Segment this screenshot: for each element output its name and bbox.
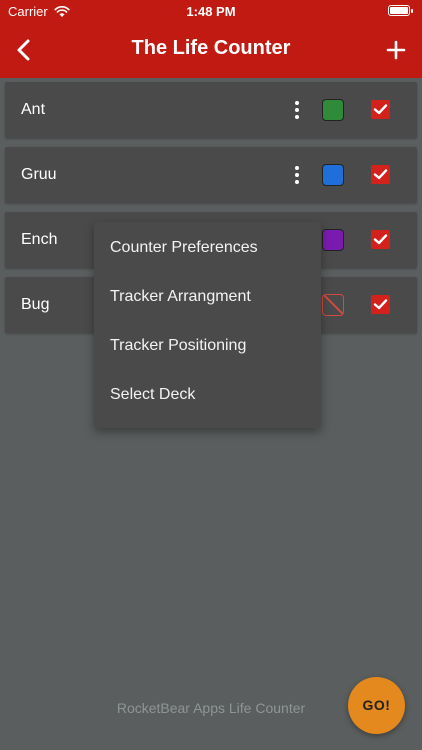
checkbox-checked-icon[interactable]: [371, 230, 390, 249]
menu-item-tracker-positioning[interactable]: Tracker Positioning: [110, 331, 246, 361]
list-item[interactable]: Ant: [5, 82, 417, 138]
checkbox-checked-icon[interactable]: [371, 295, 390, 314]
menu-item-tracker-arrangement[interactable]: Tracker Arrangment: [110, 282, 251, 312]
color-swatch[interactable]: [322, 229, 344, 251]
page-title: The Life Counter: [131, 37, 291, 59]
deck-name: Ant: [21, 101, 46, 118]
deck-name: Gruu: [21, 166, 57, 183]
deck-name: Bug: [21, 296, 50, 313]
color-swatch[interactable]: [322, 164, 344, 186]
top-bar: Carrier 1:48 PM The Life Counter: [0, 0, 422, 78]
menu-item-select-deck[interactable]: Select Deck: [110, 380, 195, 410]
add-icon[interactable]: [384, 36, 408, 64]
go-button[interactable]: GO!: [348, 677, 405, 734]
more-options-icon[interactable]: [291, 99, 303, 121]
status-time: 1:48 PM: [186, 4, 236, 19]
more-options-icon[interactable]: [291, 164, 303, 186]
options-menu: Counter Preferences Tracker Arrangment T…: [94, 222, 321, 428]
status-bar: Carrier 1:48 PM: [0, 0, 422, 22]
navigation-bar: The Life Counter: [0, 22, 422, 78]
list-item[interactable]: Gruu: [5, 147, 417, 203]
no-color-swatch[interactable]: [322, 294, 344, 316]
deck-name: Ench: [21, 231, 58, 248]
menu-item-counter-preferences[interactable]: Counter Preferences: [110, 233, 258, 263]
checkbox-checked-icon[interactable]: [371, 100, 390, 119]
color-swatch[interactable]: [322, 99, 344, 121]
app-screen: Carrier 1:48 PM The Life Counter Ant Gru…: [0, 0, 422, 750]
battery-icon: [388, 5, 413, 16]
checkbox-checked-icon[interactable]: [371, 165, 390, 184]
